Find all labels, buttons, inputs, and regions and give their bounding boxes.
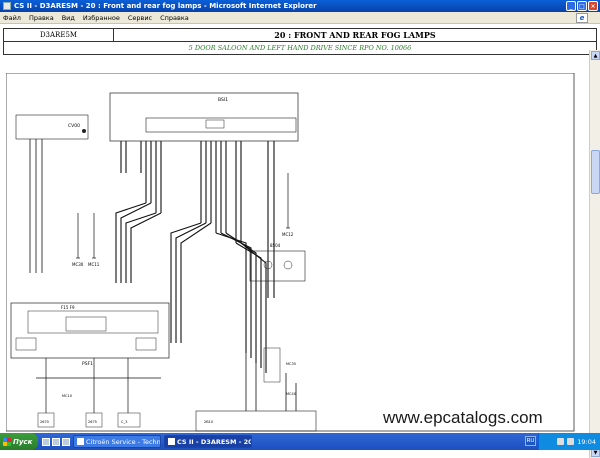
minimize-button[interactable]: _ xyxy=(566,1,576,11)
ie-logo-icon: e xyxy=(576,13,588,23)
menu-favorites[interactable]: Избранное xyxy=(83,14,120,22)
relay-8504-label: 8504 xyxy=(270,243,281,248)
task-label: CS II - D3ARESM - 20 :... xyxy=(177,437,252,446)
connector-c3-label: C_3 xyxy=(121,420,127,424)
diagram-title: 20 : FRONT AND REAR FOG LAMPS xyxy=(113,28,597,42)
ground-points xyxy=(76,173,290,259)
fuse-label: F15 F9 xyxy=(61,305,75,310)
windows-logo-icon xyxy=(3,437,11,446)
window-controls: _ □ × xyxy=(566,1,598,11)
menu-file[interactable]: Файл xyxy=(3,14,21,22)
menu-view[interactable]: Вид xyxy=(62,14,75,22)
cv00-wires xyxy=(29,139,43,273)
mc11-label: MC11 xyxy=(88,262,100,267)
task-cs-ii[interactable]: CS II - D3ARESM - 20 :... xyxy=(164,435,252,448)
scroll-up-arrow-icon[interactable]: ▲ xyxy=(591,51,600,60)
menu-bar: Файл Правка Вид Избранное Сервис Справка… xyxy=(0,12,600,24)
main-bundle xyxy=(115,202,275,373)
maximize-button[interactable]: □ xyxy=(577,1,587,11)
vertical-scrollbar[interactable]: ▲ ▼ xyxy=(589,50,600,458)
quick-launch xyxy=(42,437,70,446)
ie-icon xyxy=(168,438,175,445)
tray-icon[interactable] xyxy=(557,438,565,445)
mc30-label: MC30 xyxy=(72,262,84,267)
watermark: www.epcatalogs.com xyxy=(383,408,543,427)
language-indicator[interactable]: RU xyxy=(525,436,536,446)
lamp-icon-2 xyxy=(283,260,293,270)
psf1-relay xyxy=(65,316,107,332)
menu-tools[interactable]: Сервис xyxy=(128,14,152,22)
wiring-diagram: BSI1 CV00 MC30 MC11 MC12 8504 F15 F9 PSF… xyxy=(5,72,586,433)
cv00-label: CV00 xyxy=(68,123,80,129)
mc12-label: MC12 xyxy=(282,232,294,237)
start-label: Пуск xyxy=(13,437,33,446)
mc10-label: MC10 xyxy=(62,394,72,398)
connector-2b10 xyxy=(195,410,317,432)
menu-edit[interactable]: Правка xyxy=(29,14,54,22)
lamp-2675-label: 2675 xyxy=(88,420,97,424)
page-content: D3ARE5M 20 : FRONT AND REAR FOG LAMPS 5 … xyxy=(0,25,600,458)
psf1-module-a xyxy=(15,337,37,351)
psf1-label: PSF1 xyxy=(82,361,93,367)
lower-wires xyxy=(36,358,161,413)
quick-launch-icon-3[interactable] xyxy=(62,437,70,446)
connector-2b10-label: 2B10 xyxy=(204,420,213,424)
window-titlebar: CS II - D3ARESM - 20 : Front and rear fo… xyxy=(0,0,600,12)
relay-8504 xyxy=(249,250,306,282)
volume-icon[interactable] xyxy=(567,438,575,445)
cv00-ground xyxy=(82,129,86,133)
start-button[interactable]: Пуск xyxy=(0,433,38,450)
psf1-fuse-block xyxy=(27,310,159,334)
task-citroen-service[interactable]: Citroën Service - Technic... xyxy=(73,435,161,448)
lamp-2670-label: 2670 xyxy=(40,420,49,424)
diagram-ref: D3ARE5M xyxy=(3,28,114,42)
diagram-subtitle: 5 DOOR SALOON AND LEFT HAND DRIVE SINCE … xyxy=(3,41,597,55)
system-tray: 19:04 xyxy=(538,433,600,450)
quick-launch-icon[interactable] xyxy=(42,437,50,446)
task-label: Citroën Service - Technic... xyxy=(86,437,161,446)
wiring-diagram-svg: BSI1 CV00 MC30 MC11 MC12 8504 F15 F9 PSF… xyxy=(5,72,575,432)
header-table: D3ARE5M 20 : FRONT AND REAR FOG LAMPS 5 … xyxy=(3,28,597,55)
ie-icon xyxy=(77,438,84,445)
ie-icon xyxy=(3,2,11,10)
clock: 19:04 xyxy=(577,437,596,446)
mc40-label: MC40 xyxy=(286,392,296,396)
bsi-box xyxy=(109,92,299,142)
quick-launch-icon-2[interactable] xyxy=(52,437,60,446)
bsi-label: BSI1 xyxy=(218,97,228,103)
psf1-module-b xyxy=(135,337,157,351)
window-title: CS II - D3ARESM - 20 : Front and rear fo… xyxy=(14,2,317,10)
diagram-frame xyxy=(5,72,575,432)
scroll-thumb[interactable] xyxy=(591,150,600,194)
taskbar: Пуск Citroën Service - Technic... CS II … xyxy=(0,433,600,450)
mc35-label: MC35 xyxy=(286,362,296,366)
bsi-relay xyxy=(205,119,225,129)
menu-help[interactable]: Справка xyxy=(160,14,189,22)
close-button[interactable]: × xyxy=(588,1,598,11)
